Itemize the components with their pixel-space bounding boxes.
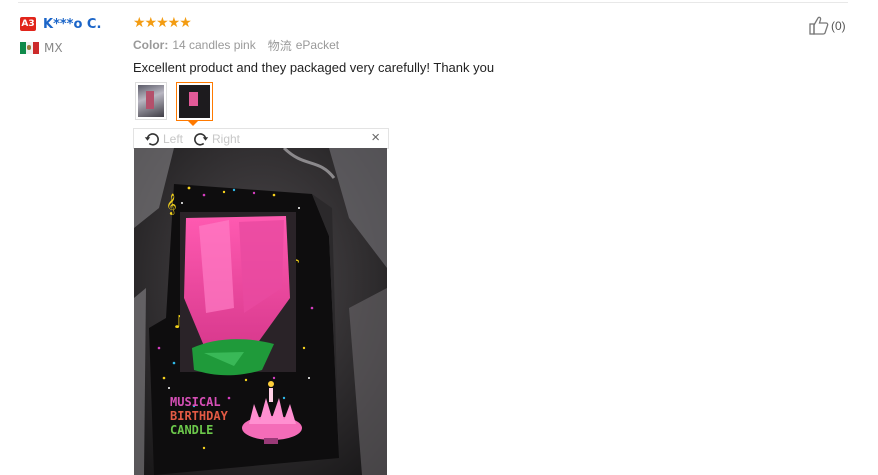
color-value: 14 candles pink	[172, 38, 256, 52]
reviewer-info: A3 K***o C. MX	[20, 15, 101, 56]
level-badge: A3	[20, 17, 36, 31]
review-photo-thumbnails	[135, 82, 222, 121]
reviewer-name[interactable]: K***o C.	[43, 17, 101, 32]
rotate-left-icon	[144, 133, 159, 146]
active-thumbnail-caret-icon	[187, 120, 199, 126]
thumbs-up-icon	[809, 16, 829, 35]
review-photo-thumbnail-active[interactable]	[176, 82, 213, 121]
review-content: ★★★★★ Color: 14 candles pink 物流 ePacket …	[133, 14, 494, 76]
review-photo-large: 𝄞 ♪ ♫ MUSICAL BIRTHDAY CANDLE	[134, 148, 387, 475]
box-text-musical: MUSICAL	[170, 395, 221, 409]
star-rating: ★★★★★	[133, 14, 192, 30]
close-icon[interactable]: ×	[371, 129, 380, 146]
photo-viewer-toolbar: Left Right ×	[133, 128, 389, 149]
mexico-flag-icon	[20, 42, 39, 54]
rotate-right-button[interactable]: Right	[192, 130, 240, 148]
country-code: MX	[44, 41, 63, 55]
svg-text:𝄞: 𝄞	[166, 194, 177, 215]
shipping-label: 物流	[267, 38, 292, 53]
shipping-value: ePacket	[295, 38, 340, 52]
helpful-like-button[interactable]: (0)	[809, 16, 846, 35]
review-meta: Color: 14 candles pink 物流 ePacket	[133, 37, 494, 53]
color-label: Color:	[133, 38, 169, 52]
like-count: (0)	[831, 18, 846, 33]
box-text-candle: CANDLE	[170, 423, 213, 437]
box-text-birthday: BIRTHDAY	[170, 409, 229, 423]
review-text: Excellent product and they packaged very…	[133, 60, 495, 75]
rotate-left-button[interactable]: Left	[143, 130, 183, 148]
rotate-left-label: Left	[163, 132, 184, 146]
review-photo-thumbnail[interactable]	[135, 82, 167, 120]
rotate-right-icon	[194, 133, 209, 146]
product-photo: 𝄞 ♪ ♫ MUSICAL BIRTHDAY CANDLE	[134, 148, 387, 475]
divider	[18, 2, 848, 3]
rotate-right-label: Right	[212, 132, 241, 146]
